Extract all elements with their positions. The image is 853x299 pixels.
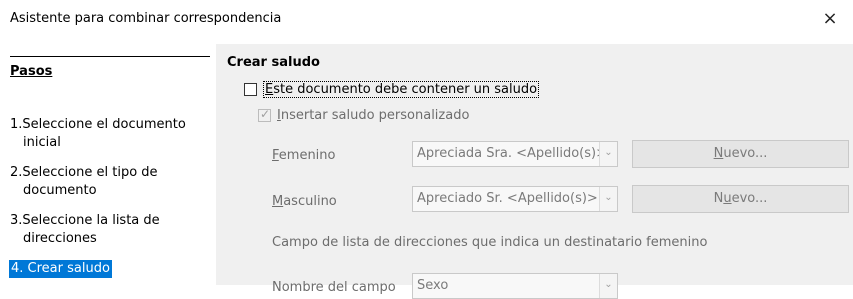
title-bar: Asistente para combinar correspondencia … — [0, 0, 853, 44]
close-icon[interactable]: × — [817, 6, 843, 32]
greeting-checkbox[interactable] — [244, 83, 257, 96]
new-male-button[interactable]: Nuevo... — [632, 185, 849, 213]
personalized-checkbox[interactable]: ✓ — [258, 107, 271, 122]
step-label-cont: inicial — [23, 135, 61, 150]
steps-heading: Pasos — [10, 64, 53, 79]
field-name-label: Nombre del campo — [272, 280, 396, 295]
step-label: Seleccione la lista de — [22, 213, 160, 228]
step-label: Crear saludo — [27, 261, 110, 276]
chevron-down-icon[interactable]: ⌄ — [599, 142, 617, 166]
female-greeting-combo[interactable]: Apreciada Sra. <Apellido(s)> ⌄ — [412, 141, 618, 167]
step-1[interactable]: 1.Seleccione el documento inicial — [10, 116, 206, 152]
step-number: 3. — [10, 213, 23, 228]
personalized-checkbox-row[interactable]: ✓ Insertar saludo personalizado — [258, 107, 470, 123]
step-number: 1. — [10, 117, 23, 132]
main-panel: Crear saludo Este documento debe contene… — [216, 44, 853, 299]
male-label: Masculino — [272, 194, 337, 209]
chevron-down-icon[interactable]: ⌄ — [599, 274, 617, 298]
field-caption: Campo de lista de direcciones que indica… — [272, 235, 708, 250]
step-2[interactable]: 2.Seleccione el tipo de documento — [10, 164, 206, 200]
personalized-checkbox-label: Insertar saludo personalizado — [277, 108, 470, 123]
new-female-button[interactable]: Nuevo... — [632, 140, 849, 168]
greeting-checkbox-row[interactable]: Este documento debe contener un saludo — [244, 81, 540, 98]
greeting-checkbox-label: Este documento debe contener un saludo — [263, 81, 540, 98]
step-number: 2. — [10, 165, 23, 180]
step-4-active[interactable]: 4. Crear saludo — [9, 260, 112, 278]
step-label: Seleccione el tipo de — [22, 165, 158, 180]
step-number: 4. — [11, 261, 24, 276]
step-label-cont: direcciones — [23, 231, 97, 246]
window-title: Asistente para combinar correspondencia — [10, 11, 282, 26]
steps-sidebar: Pasos 1.Seleccione el documento inicial … — [0, 44, 216, 285]
male-greeting-combo[interactable]: Apreciado Sr. <Apellido(s)> ⌄ — [412, 186, 618, 212]
step-label: Seleccione el documento — [22, 117, 186, 132]
step-3[interactable]: 3.Seleccione la lista de direcciones — [10, 212, 206, 248]
chevron-down-icon[interactable]: ⌄ — [599, 187, 617, 211]
field-name-combo[interactable]: Sexo ⌄ — [412, 273, 618, 299]
section-title: Crear saludo — [227, 55, 320, 70]
step-label-cont: documento — [23, 183, 97, 198]
check-icon: ✓ — [260, 107, 271, 121]
female-label: Femenino — [272, 148, 336, 163]
sidebar-divider — [10, 56, 210, 57]
